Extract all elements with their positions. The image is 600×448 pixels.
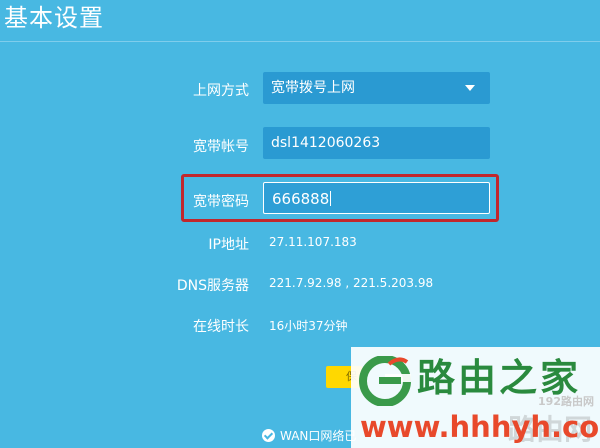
- watermark-url: www.hhhyh.com: [360, 410, 600, 444]
- account-label: 宽带帐号: [193, 139, 249, 155]
- connection-type-select[interactable]: 宽带拨号上网: [263, 72, 490, 104]
- account-input-value: dsl1412060263: [271, 135, 381, 151]
- text-cursor: [330, 191, 332, 206]
- page-title: 基本设置: [4, 4, 104, 32]
- password-input-value: 666888: [272, 190, 330, 208]
- title-divider: [0, 41, 600, 42]
- watermark-overlay: 路由之家 192路由网 路由网 www.hhhyh.com: [351, 347, 600, 448]
- brand-logo-icon: [359, 356, 411, 406]
- connection-type-label: 上网方式: [193, 83, 249, 99]
- dns-value: 221.7.92.98 , 221.5.203.98: [269, 276, 434, 290]
- connection-type-value: 宽带拨号上网: [271, 80, 355, 96]
- uptime-value: 16小时37分钟: [269, 319, 348, 333]
- password-input[interactable]: 666888: [263, 182, 490, 214]
- password-label: 宽带密码: [193, 194, 249, 210]
- uptime-label: 在线时长: [193, 319, 249, 335]
- wan-status: WAN口网络已: [262, 428, 356, 444]
- ip-label: IP地址: [208, 237, 249, 253]
- ip-value: 27.11.107.183: [269, 235, 357, 249]
- check-circle-icon: [262, 429, 275, 442]
- dropdown-caret-icon[interactable]: [465, 85, 475, 91]
- account-input[interactable]: dsl1412060263: [263, 127, 490, 159]
- dns-label: DNS服务器: [176, 278, 249, 294]
- wan-status-text: WAN口网络已: [280, 429, 357, 443]
- watermark-faint-text: 192路由网: [538, 395, 594, 408]
